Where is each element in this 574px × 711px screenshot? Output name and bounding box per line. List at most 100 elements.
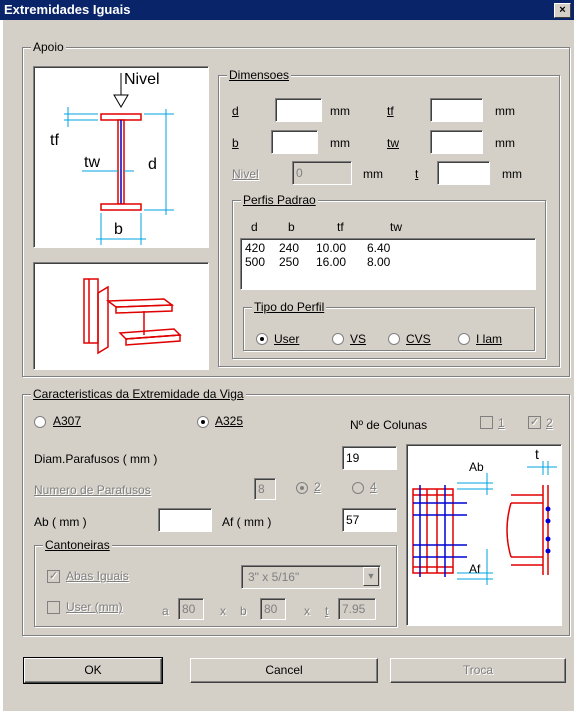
a-input[interactable] — [178, 598, 204, 620]
numero-parafusos-label: Numero de Parafusos — [34, 483, 151, 497]
cantoneiras-legend: Cantoneiras — [43, 538, 112, 552]
list-cell: 8.00 — [367, 255, 391, 269]
tf-label: tf — [387, 104, 394, 118]
radio-a325-label[interactable]: A325 — [215, 414, 243, 428]
x-separator-2: x — [304, 604, 310, 618]
window-title: Extremidades Iguais — [4, 2, 131, 17]
radio-ilam[interactable] — [458, 333, 470, 345]
radio-ilam-label[interactable]: I lam — [476, 332, 502, 346]
diagram-tw-label: tw — [84, 154, 100, 171]
radio-numero-4-label[interactable]: 4 — [370, 480, 377, 494]
perfis-header-d: d — [251, 220, 258, 234]
checkbox-user-mm[interactable] — [47, 601, 60, 614]
radio-a307-label[interactable]: A307 — [53, 414, 81, 428]
connection-preview — [33, 262, 209, 370]
b-unit-label: mm — [330, 136, 350, 150]
t-input[interactable] — [437, 161, 490, 185]
extremidade-detail-diagram: Ab Af t — [406, 444, 562, 626]
radio-numero-2[interactable] — [296, 482, 308, 494]
list-item[interactable]: 500 250 16.00 8.00 — [241, 255, 535, 269]
radio-numero-4[interactable] — [352, 482, 364, 494]
a-label: a — [162, 604, 169, 618]
list-cell: 6.40 — [367, 241, 391, 255]
radio-a307[interactable] — [34, 416, 46, 428]
checkbox-colunas-2-label[interactable]: 2 — [546, 416, 553, 430]
radio-user[interactable] — [256, 333, 268, 345]
numero-parafusos-input[interactable] — [254, 478, 276, 500]
diagram-tf-label: tf — [50, 132, 59, 149]
list-cell: 250 — [279, 255, 300, 269]
t-unit-label: mm — [502, 167, 522, 181]
tf-input[interactable] — [430, 98, 483, 122]
list-cell: 10.00 — [316, 241, 347, 255]
b-input[interactable] — [271, 130, 318, 154]
i-beam-section-icon: Nivel tf tw d b — [50, 71, 174, 245]
apoio-legend: Apoio — [31, 40, 66, 54]
x-separator-1: x — [220, 604, 226, 618]
radio-a325[interactable] — [197, 416, 209, 428]
radio-cvs-label[interactable]: CVS — [406, 332, 431, 346]
diam-parafusos-label: Diam.Parafusos ( mm ) — [34, 452, 158, 466]
troca-button[interactable]: Troca — [390, 658, 566, 683]
b-input[interactable] — [260, 598, 286, 620]
detail-af-label: Af — [469, 562, 481, 576]
checkbox-user-mm-label[interactable]: User (mm) — [66, 600, 123, 614]
ok-button[interactable]: OK — [23, 657, 163, 684]
caracteristicas-legend: Caracteristicas da Extremidade da Viga — [31, 387, 246, 401]
detail-t-label: t — [535, 446, 539, 462]
end-plate-detail-icon: Ab Af t — [412, 446, 557, 585]
tipo-perfil-legend: Tipo do Perfil — [252, 300, 327, 314]
t-cantoneira-input[interactable] — [338, 598, 376, 620]
nivel-label: Nivel — [232, 167, 259, 181]
checkbox-abas-iguais-label[interactable]: Abas Iguais — [66, 569, 129, 583]
left-edge — [0, 20, 3, 711]
perfis-padrao-legend: Perfis Padrao — [241, 193, 318, 207]
title-bar[interactable]: Extremidades Iguais × — [0, 0, 574, 20]
diagram-d-label: d — [148, 156, 157, 173]
t-label: t — [415, 167, 419, 181]
dialog-window: Extremidades Iguais × Apoio Nivel tf tw … — [0, 0, 574, 711]
tw-label: tw — [387, 136, 399, 150]
checkbox-colunas-2[interactable]: ✓ — [528, 416, 541, 429]
af-input[interactable] — [342, 508, 397, 532]
close-button[interactable]: × — [554, 3, 571, 18]
d-unit-label: mm — [330, 104, 350, 118]
ncolunas-label: Nº de Colunas — [350, 418, 428, 432]
list-cell: 240 — [279, 241, 300, 255]
radio-vs-label[interactable]: VS — [350, 332, 366, 346]
tw-unit-label: mm — [495, 136, 515, 150]
perfis-header-tf: tf — [337, 220, 344, 234]
perfis-list[interactable]: 420 240 10.00 6.40 500 250 16.00 8.00 — [240, 238, 536, 290]
list-cell: 500 — [245, 255, 266, 269]
list-item[interactable]: 420 240 10.00 6.40 — [241, 241, 535, 255]
t-cantoneira-label: t — [325, 604, 329, 618]
diam-parafusos-input[interactable] — [342, 446, 397, 470]
beam-section-diagram: Nivel tf tw d b — [33, 66, 209, 248]
radio-cvs[interactable] — [388, 333, 400, 345]
radio-numero-2-label[interactable]: 2 — [314, 480, 321, 494]
beam-connection-icon — [83, 278, 182, 355]
dimensoes-legend: Dimensoes — [227, 68, 292, 82]
perfis-header-b: b — [288, 220, 295, 234]
nivel-input[interactable] — [292, 161, 352, 185]
checkbox-abas-iguais[interactable]: ✓ — [47, 570, 60, 583]
diagram-nivel-label: Nivel — [124, 71, 160, 88]
ab-label: Ab ( mm ) — [34, 515, 87, 529]
tf-unit-label: mm — [495, 104, 515, 118]
tw-input[interactable] — [430, 130, 483, 154]
b-label: b — [240, 604, 247, 618]
b-label: b — [232, 136, 239, 150]
d-input[interactable] — [275, 98, 322, 122]
cantoneira-size-select[interactable]: 3" x 5/16" ▼ — [241, 565, 381, 589]
chevron-down-icon[interactable]: ▼ — [363, 567, 379, 586]
list-cell: 420 — [245, 241, 266, 255]
cancel-button[interactable]: Cancel — [190, 658, 378, 683]
checkbox-colunas-1[interactable] — [480, 416, 493, 429]
checkbox-colunas-1-label[interactable]: 1 — [498, 416, 505, 430]
af-label: Af ( mm ) — [222, 515, 272, 529]
ab-input[interactable] — [158, 508, 212, 532]
radio-user-label[interactable]: User — [274, 332, 299, 346]
d-label: d — [232, 104, 239, 118]
cantoneira-size-value: 3" x 5/16" — [248, 570, 300, 584]
radio-vs[interactable] — [332, 333, 344, 345]
